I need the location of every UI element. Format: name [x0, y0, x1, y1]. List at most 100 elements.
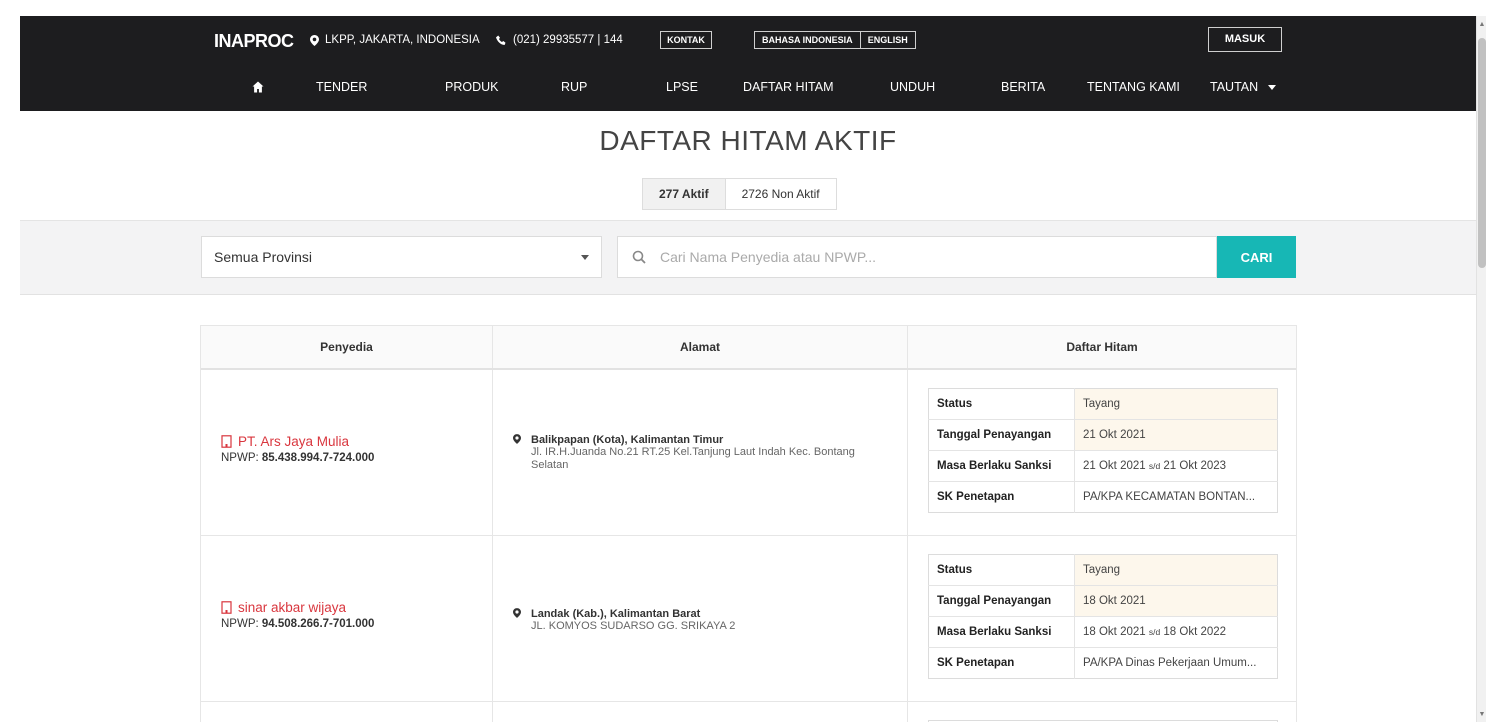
- address-cell: Balikpapan (Kota), Kalimantan Timur Jl. …: [493, 370, 908, 535]
- blacklist-table: Penyedia Alamat Daftar Hitam PT. Ars Jay…: [200, 325, 1297, 722]
- date-value: 21 Okt 2021: [1074, 419, 1278, 451]
- nav-item-lpse[interactable]: LPSE: [666, 80, 698, 94]
- map-pin-icon: [513, 434, 521, 444]
- provider-link[interactable]: PT. Ars Jaya Mulia: [221, 434, 374, 449]
- location-info: LKPP, JAKARTA, INDONESIA: [310, 34, 480, 46]
- address-cell: Landak (Kab.), Kalimantan Barat JL. KOMY…: [493, 536, 908, 701]
- npwp-label: NPWP:: [221, 452, 262, 464]
- blacklist-info: Status Tayang Tanggal Penayangan 18 Okt 20…: [928, 554, 1278, 679]
- provider-name: PT. Ars Jaya Mulia: [238, 434, 350, 449]
- nav-item-rup[interactable]: RUP: [561, 80, 587, 94]
- tab-non-aktif[interactable]: 2726 Non Aktif: [724, 179, 836, 209]
- province-select[interactable]: Semua Provinsi: [201, 236, 602, 278]
- provider-link[interactable]: sinar akbar wijaya: [221, 600, 374, 615]
- lang-indonesia-button[interactable]: BAHASA INDONESIA: [755, 32, 860, 48]
- nav-item-berita[interactable]: BERITA: [1001, 80, 1045, 94]
- home-icon: [252, 81, 264, 93]
- period-separator: s/d: [1148, 461, 1161, 471]
- browser-viewport: INAPROC LKPP, JAKARTA, INDONESIA (021) 2…: [20, 16, 1476, 722]
- search-icon: [632, 250, 646, 264]
- caret-down-icon: [581, 255, 589, 260]
- address-city: Balikpapan (Kota), Kalimantan Timur: [513, 434, 893, 446]
- period-end: 21 Okt 2023: [1163, 460, 1227, 472]
- nav-home[interactable]: [252, 81, 264, 96]
- blacklist-info: Status Tayang Tanggal Penayangan 21 Okt 20…: [928, 388, 1278, 513]
- provider-cell: [201, 702, 493, 722]
- blacklist-cell: Status Tayang Tanggal Penayangan 18 Okt 20…: [908, 536, 1296, 701]
- nav-item-produk[interactable]: PRODUK: [445, 80, 498, 94]
- sk-label: SK Penetapan: [928, 481, 1075, 513]
- period-value: 18 Okt 2021 s/d 18 Okt 2022: [1074, 616, 1278, 648]
- phone-text: (021) 29935577 | 144: [513, 34, 623, 46]
- nav-item-daftar-hitam[interactable]: DAFTAR HITAM: [743, 80, 834, 94]
- building-icon: [221, 601, 232, 614]
- city-text: Landak (Kab.), Kalimantan Barat: [531, 608, 701, 620]
- map-pin-icon: [513, 608, 521, 618]
- period-start: 18 Okt 2021: [1083, 626, 1146, 638]
- filter-bar: Semua Provinsi CARI: [20, 221, 1476, 295]
- phone-info: (021) 29935577 | 144: [496, 34, 623, 46]
- nav-item-unduh[interactable]: UNDUH: [890, 80, 935, 94]
- window-left-edge: [0, 0, 20, 722]
- provider-cell: sinar akbar wijaya NPWP: 94.508.266.7-70…: [201, 536, 493, 701]
- top-bar: INAPROC LKPP, JAKARTA, INDONESIA (021) 2…: [20, 16, 1476, 64]
- npwp-label: NPWP:: [221, 618, 262, 630]
- nav-item-tautan-label: TAUTAN: [1210, 80, 1259, 94]
- province-select-value: Semua Provinsi: [214, 249, 313, 265]
- login-button[interactable]: MASUK: [1208, 27, 1282, 52]
- status-tabs: 277 Aktif 2726 Non Aktif: [642, 178, 837, 210]
- status-label: Status: [928, 388, 1075, 420]
- provider-cell: PT. Ars Jaya Mulia NPWP: 85.438.994.7-72…: [201, 370, 493, 535]
- address-street: Jl. IR.H.Juanda No.21 RT.25 Kel.Tanjung …: [531, 446, 855, 471]
- period-start: 21 Okt 2021: [1083, 460, 1146, 472]
- blacklist-cell: [908, 702, 1296, 722]
- status-value: Tayang: [1074, 388, 1278, 420]
- scroll-down-arrow-icon[interactable]: ▼: [1477, 710, 1486, 720]
- column-header-penyedia: Penyedia: [201, 326, 493, 368]
- address-city: Landak (Kab.), Kalimantan Barat: [513, 608, 893, 620]
- contact-button[interactable]: KONTAK: [660, 31, 712, 49]
- period-label: Masa Berlaku Sanksi: [928, 450, 1075, 482]
- npwp-value: 85.438.994.7-724.000: [261, 452, 375, 464]
- search-box: [617, 236, 1217, 278]
- provider-npwp: NPWP: 85.438.994.7-724.000: [221, 452, 374, 464]
- provider-name: sinar akbar wijaya: [238, 600, 347, 615]
- map-pin-icon: [310, 34, 319, 46]
- nav-item-tautan[interactable]: TAUTAN: [1210, 80, 1276, 94]
- lang-english-button[interactable]: ENGLISH: [859, 32, 915, 48]
- vertical-scrollbar[interactable]: ▲ ▼: [1476, 16, 1486, 722]
- provider-npwp: NPWP: 94.508.266.7-701.000: [221, 618, 374, 630]
- window-top-edge: [0, 0, 1486, 16]
- address-cell: [493, 702, 908, 722]
- nav-item-tentang-kami[interactable]: TENTANG KAMI: [1087, 80, 1180, 94]
- city-text: Balikpapan (Kota), Kalimantan Timur: [531, 434, 724, 446]
- date-value: 18 Okt 2021: [1074, 585, 1278, 617]
- period-separator: s/d: [1148, 627, 1161, 637]
- tab-aktif[interactable]: 277 Aktif: [643, 179, 725, 209]
- sk-label: SK Penetapan: [928, 647, 1075, 679]
- period-end: 18 Okt 2022: [1163, 626, 1227, 638]
- date-label: Tanggal Penayangan: [928, 585, 1075, 617]
- table-row: sinar akbar wijaya NPWP: 94.508.266.7-70…: [201, 536, 1296, 702]
- search-button[interactable]: CARI: [1217, 236, 1296, 278]
- scrollbar-thumb[interactable]: [1478, 38, 1486, 268]
- scroll-up-arrow-icon[interactable]: ▲: [1477, 20, 1486, 30]
- language-switcher: BAHASA INDONESIA ENGLISH: [754, 31, 916, 49]
- site-logo[interactable]: INAPROC: [214, 31, 294, 52]
- sk-value: PA/KPA KECAMATAN BONTAN...: [1083, 491, 1256, 503]
- period-label: Masa Berlaku Sanksi: [928, 616, 1075, 648]
- nav-item-tender[interactable]: TENDER: [316, 80, 367, 94]
- npwp-value: 94.508.266.7-701.000: [261, 618, 375, 630]
- page-title: DAFTAR HITAM AKTIF: [599, 125, 897, 156]
- status-value: Tayang: [1074, 554, 1278, 586]
- status-label: Status: [928, 554, 1075, 586]
- column-header-alamat: Alamat: [493, 326, 908, 368]
- caret-down-icon: [1267, 85, 1276, 91]
- column-header-daftar-hitam: Daftar Hitam: [1066, 340, 1138, 354]
- search-input[interactable]: [660, 237, 1210, 277]
- building-icon: [221, 435, 232, 448]
- site-header: INAPROC LKPP, JAKARTA, INDONESIA (021) 2…: [20, 16, 1476, 111]
- location-text: LKPP, JAKARTA, INDONESIA: [325, 34, 480, 46]
- table-row: PT. Ars Jaya Mulia NPWP: 85.438.994.7-72…: [201, 370, 1296, 536]
- title-section: DAFTAR HITAM AKTIF 277 Aktif 2726 Non Ak…: [20, 111, 1476, 221]
